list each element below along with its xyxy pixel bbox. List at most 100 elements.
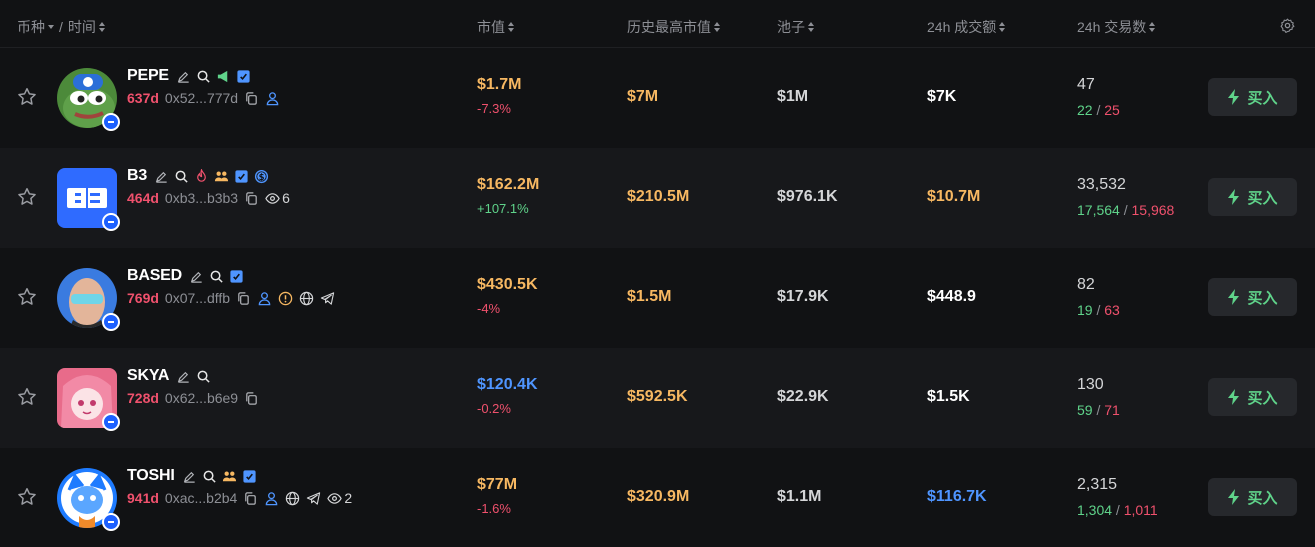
globe-icon[interactable]	[299, 291, 314, 306]
lightning-icon	[1228, 489, 1240, 505]
watcher-count: 2	[344, 490, 353, 506]
volume-header-label[interactable]: 24h 成交额	[927, 17, 996, 37]
token-age: 728d	[127, 390, 159, 406]
eye-icon	[265, 192, 280, 204]
edit-icon[interactable]	[182, 469, 197, 484]
pool-header[interactable]: 池子	[777, 17, 814, 37]
edit-icon[interactable]	[176, 369, 191, 384]
token-age: 769d	[127, 290, 159, 306]
star-icon[interactable]	[16, 286, 38, 308]
user-icon[interactable]	[257, 291, 272, 306]
buy-label[interactable]: 买入	[1247, 187, 1277, 208]
buy-button[interactable]: 买入	[1208, 78, 1297, 116]
buy-count: 17,564	[1077, 202, 1120, 218]
time-sort-icon[interactable]	[98, 22, 105, 32]
user-icon[interactable]	[265, 91, 280, 106]
coin-dropdown-icon[interactable]	[48, 25, 54, 29]
volume-header[interactable]: 24h 成交额	[927, 17, 1006, 37]
time-header-label[interactable]: 时间	[68, 17, 96, 37]
avatar[interactable]	[57, 268, 120, 331]
star-icon[interactable]	[16, 186, 38, 208]
coin-time-header[interactable]: 币种 / 时间	[17, 17, 105, 37]
ath-header[interactable]: 历史最高市值	[627, 17, 720, 37]
search-icon[interactable]	[196, 369, 211, 384]
gear-icon[interactable]	[1280, 18, 1295, 33]
market-cap: $162.2M	[477, 176, 540, 193]
table-row[interactable]: SKYA 728d 0x62...b6e9 $120.4K -0.2% $592…	[0, 348, 1315, 448]
copy-icon[interactable]	[244, 191, 259, 206]
avatar[interactable]	[57, 368, 120, 431]
mcap-sort-icon[interactable]	[508, 22, 514, 32]
txs-header-label[interactable]: 24h 交易数	[1077, 17, 1146, 37]
star-icon[interactable]	[16, 386, 38, 408]
buy-label[interactable]: 买入	[1247, 387, 1277, 408]
buy-button[interactable]: 买入	[1208, 478, 1297, 516]
search-icon[interactable]	[174, 169, 189, 184]
buy-label[interactable]: 买入	[1247, 287, 1277, 308]
price-change: -1.6%	[477, 501, 511, 516]
mcap-header[interactable]: 市值	[477, 17, 514, 37]
verified-icon	[237, 69, 250, 83]
star-icon[interactable]	[16, 86, 38, 108]
buy-button[interactable]: 买入	[1208, 278, 1297, 316]
avatar[interactable]	[57, 68, 120, 131]
buy-button[interactable]: 买入	[1208, 178, 1297, 216]
pool-liquidity: $976.1K	[777, 188, 838, 205]
user-icon[interactable]	[264, 491, 279, 506]
telegram-icon[interactable]	[306, 491, 321, 506]
volume-24h: $448.9	[927, 288, 976, 305]
table-row[interactable]: PEPE 637d 0x52...777d $1.7M -7.3% $7M $1…	[0, 48, 1315, 148]
search-icon[interactable]	[196, 69, 211, 84]
ath-sort-icon[interactable]	[714, 22, 720, 32]
table-row[interactable]: BASED 769d 0x07...dffb $430.5K -4% $1.5M…	[0, 248, 1315, 348]
avatar[interactable]	[57, 468, 120, 531]
pool-sort-icon[interactable]	[808, 22, 814, 32]
copy-icon[interactable]	[244, 391, 259, 406]
edit-icon[interactable]	[154, 169, 169, 184]
ath-header-label[interactable]: 历史最高市值	[627, 17, 711, 37]
edit-icon[interactable]	[176, 69, 191, 84]
contract-address[interactable]: 0xac...b2b4	[165, 490, 237, 506]
verified-icon	[230, 269, 243, 283]
pool-header-label[interactable]: 池子	[777, 17, 805, 37]
telegram-icon[interactable]	[320, 291, 335, 306]
star-icon[interactable]	[16, 486, 38, 508]
buy-label[interactable]: 买入	[1247, 487, 1277, 508]
search-icon[interactable]	[202, 469, 217, 484]
volume-24h: $10.7M	[927, 188, 981, 205]
contract-address[interactable]: 0x52...777d	[165, 90, 238, 106]
txs-header[interactable]: 24h 交易数	[1077, 17, 1156, 37]
copy-icon[interactable]	[236, 291, 251, 306]
buy-label[interactable]: 买入	[1247, 87, 1277, 108]
coin-header-label[interactable]: 币种	[17, 17, 45, 37]
token-ticker[interactable]: SKYA	[127, 367, 169, 385]
mcap-header-label[interactable]: 市值	[477, 17, 505, 37]
token-ticker[interactable]: PEPE	[127, 67, 169, 85]
contract-address[interactable]: 0x07...dffb	[165, 290, 230, 306]
ath-market-cap: $592.5K	[627, 388, 688, 405]
avatar[interactable]	[57, 168, 120, 231]
copy-icon[interactable]	[243, 491, 258, 506]
tx-count: 33,532	[1077, 176, 1126, 193]
token-ticker[interactable]: TOSHI	[127, 467, 175, 485]
megaphone-icon	[217, 70, 228, 82]
buy-button[interactable]: 买入	[1208, 378, 1297, 416]
copy-icon[interactable]	[244, 91, 259, 106]
edit-icon[interactable]	[189, 269, 204, 284]
contract-address[interactable]: 0xb3...b3b3	[165, 190, 238, 206]
token-ticker[interactable]: B3	[127, 167, 147, 185]
pool-liquidity: $1.1M	[777, 488, 822, 505]
token-age: 464d	[127, 190, 159, 206]
token-ticker[interactable]: BASED	[127, 267, 182, 285]
lightning-icon	[1228, 389, 1240, 405]
tx-count: 2,315	[1077, 476, 1118, 493]
contract-address[interactable]: 0x62...b6e9	[165, 390, 238, 406]
txs-sort-icon[interactable]	[1149, 22, 1156, 32]
search-icon[interactable]	[209, 269, 224, 284]
globe-icon[interactable]	[285, 491, 300, 506]
table-row[interactable]: B3 $ 464d 0xb3...b3b3 6 $162.2M +107.1% …	[0, 148, 1315, 248]
base-chain-badge	[102, 413, 120, 431]
table-row[interactable]: TOSHI 941d 0xac...b2b4 2 $77M -1.6% $320…	[0, 448, 1315, 547]
volume-sort-icon[interactable]	[999, 22, 1006, 32]
market-cap: $430.5K	[477, 276, 538, 293]
